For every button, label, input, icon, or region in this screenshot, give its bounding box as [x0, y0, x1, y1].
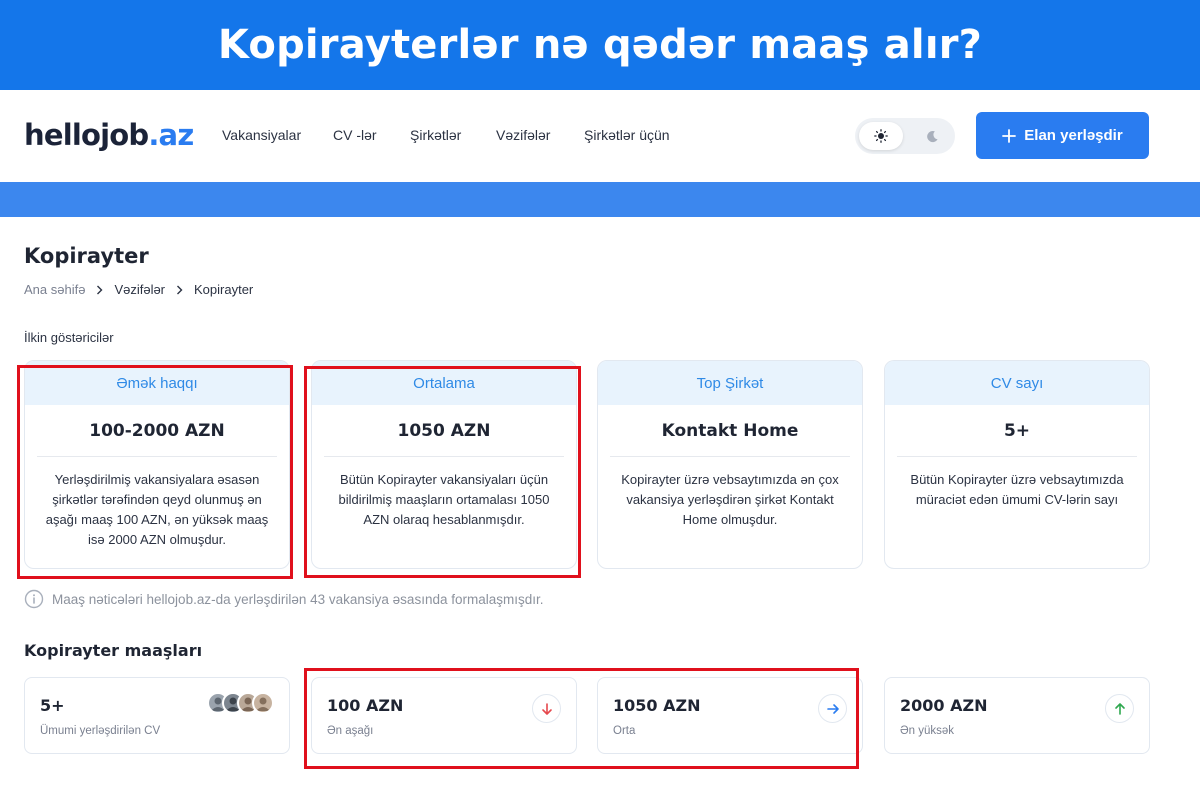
stat-value: 100 AZN: [327, 696, 404, 715]
stat-value: 1050 AZN: [613, 696, 701, 715]
info-icon: [24, 589, 44, 609]
nav-vakansiyalar[interactable]: Vakansiyalar: [222, 127, 333, 143]
cv-count-card: CV sayı 5+ Bütün Kopirayter üzrə vebsayt…: [884, 360, 1150, 569]
stat-average: 1050 AZN Orta: [597, 677, 863, 754]
stat-value: 5+: [40, 696, 65, 715]
stat-highest: 2000 AZN Ən yüksək: [884, 677, 1150, 754]
sun-icon[interactable]: [859, 122, 903, 150]
card-value: 100-2000 AZN: [37, 405, 277, 457]
stat-label: Ən yüksək: [900, 725, 955, 737]
card-title: Əmək haqqı: [25, 361, 289, 405]
card-description: Bütün Kopirayter üzrə vebsaytımızda müra…: [910, 472, 1124, 507]
plus-icon: [1002, 128, 1017, 143]
card-description: Yerləşdirilmiş vakansiyalara əsasən şirk…: [45, 472, 269, 547]
stat-lowest: 100 AZN Ən aşağı: [311, 677, 577, 754]
salary-range-card: Əmək haqqı 100-2000 AZN Yerləşdirilmiş v…: [24, 360, 290, 569]
stat-total-cv: 5+ Ümumi yerləşdirilən CV: [24, 677, 290, 754]
logo-main: hellojob: [24, 118, 149, 152]
card-description: Kopirayter üzrə vebsaytımızda ən çox vak…: [621, 472, 839, 527]
hero-strip: [0, 182, 1200, 217]
post-job-button[interactable]: Elan yerləşdir: [976, 112, 1149, 159]
breadcrumb-home[interactable]: Ana səhifə: [24, 282, 85, 297]
arrow-down-icon: [532, 694, 561, 723]
avatars-group: [207, 692, 274, 714]
nav-sirketler[interactable]: Şirkətlər: [410, 127, 496, 143]
breadcrumb-vezifeler[interactable]: Vəzifələr: [114, 282, 165, 297]
banner-title: Kopirayterlər nə qədər maaş alır?: [217, 22, 983, 68]
post-job-label: Elan yerləşdir: [1024, 127, 1123, 144]
stat-label: Ən aşağı: [327, 725, 374, 737]
average-salary-card: Ortalama 1050 AZN Bütün Kopirayter vakan…: [311, 360, 577, 569]
logo-domain: .az: [148, 118, 194, 152]
stat-label: Ümumi yerləşdirilən CV: [40, 725, 161, 737]
top-navbar: hellojob.az Vakansiyalar CV -lər Şirkətl…: [0, 90, 1200, 182]
section-label: İlkin göstəricilər: [24, 330, 114, 345]
note-text: Maaş nəticələri hellojob.az-da yerləşdir…: [52, 591, 544, 607]
arrow-up-icon: [1105, 694, 1134, 723]
stat-label: Orta: [613, 725, 636, 737]
nav-sirketler-ucun[interactable]: Şirkətlər üçün: [584, 127, 670, 143]
breadcrumb-current: Kopirayter: [194, 282, 254, 297]
card-title: Ortalama: [312, 361, 576, 405]
card-title: Top Şirkət: [598, 361, 862, 405]
top-company-card: Top Şirkət Kontakt Home Kopirayter üzrə …: [597, 360, 863, 569]
logo[interactable]: hellojob.az: [24, 118, 194, 152]
theme-toggle[interactable]: [855, 118, 955, 154]
chevron-right-icon: [176, 285, 183, 295]
nav-cv[interactable]: CV -lər: [333, 127, 410, 143]
main-nav: Vakansiyalar CV -lər Şirkətlər Vəzifələr…: [222, 127, 670, 143]
avatar: [252, 692, 274, 714]
card-description: Bütün Kopirayter vakansiyaları üçün bild…: [338, 472, 550, 527]
title-banner: Kopirayterlər nə qədər maaş alır?: [0, 0, 1200, 90]
salary-section-title: Kopirayter maaşları: [24, 641, 203, 660]
breadcrumb: Ana səhifə Vəzifələr Kopirayter: [24, 282, 253, 297]
card-value: Kontakt Home: [610, 405, 850, 457]
card-value: 5+: [897, 405, 1137, 457]
card-value: 1050 AZN: [324, 405, 564, 457]
moon-icon[interactable]: [915, 122, 949, 150]
chevron-right-icon: [96, 285, 103, 295]
nav-vezifeler[interactable]: Vəzifələr: [496, 127, 584, 143]
salary-note: Maaş nəticələri hellojob.az-da yerləşdir…: [24, 589, 544, 609]
arrow-right-icon: [818, 694, 847, 723]
stat-value: 2000 AZN: [900, 696, 988, 715]
card-title: CV sayı: [885, 361, 1149, 405]
page-title: Kopirayter: [24, 244, 149, 268]
